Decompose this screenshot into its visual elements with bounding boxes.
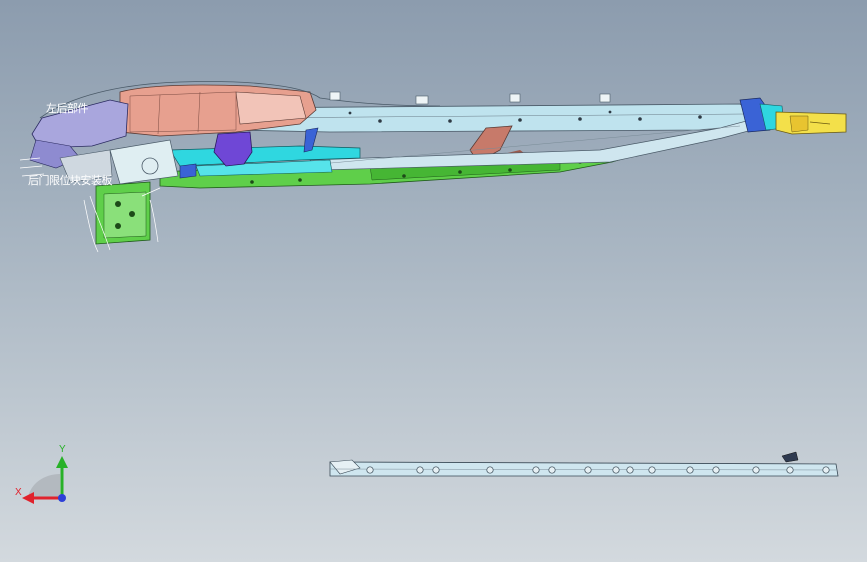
axis-x-label: X xyxy=(15,487,22,498)
cad-viewport[interactable]: 左后部件 后门限位块安装板 Y X xyxy=(0,0,867,562)
axis-triad xyxy=(22,456,68,504)
axis-y-label: Y xyxy=(59,444,66,455)
